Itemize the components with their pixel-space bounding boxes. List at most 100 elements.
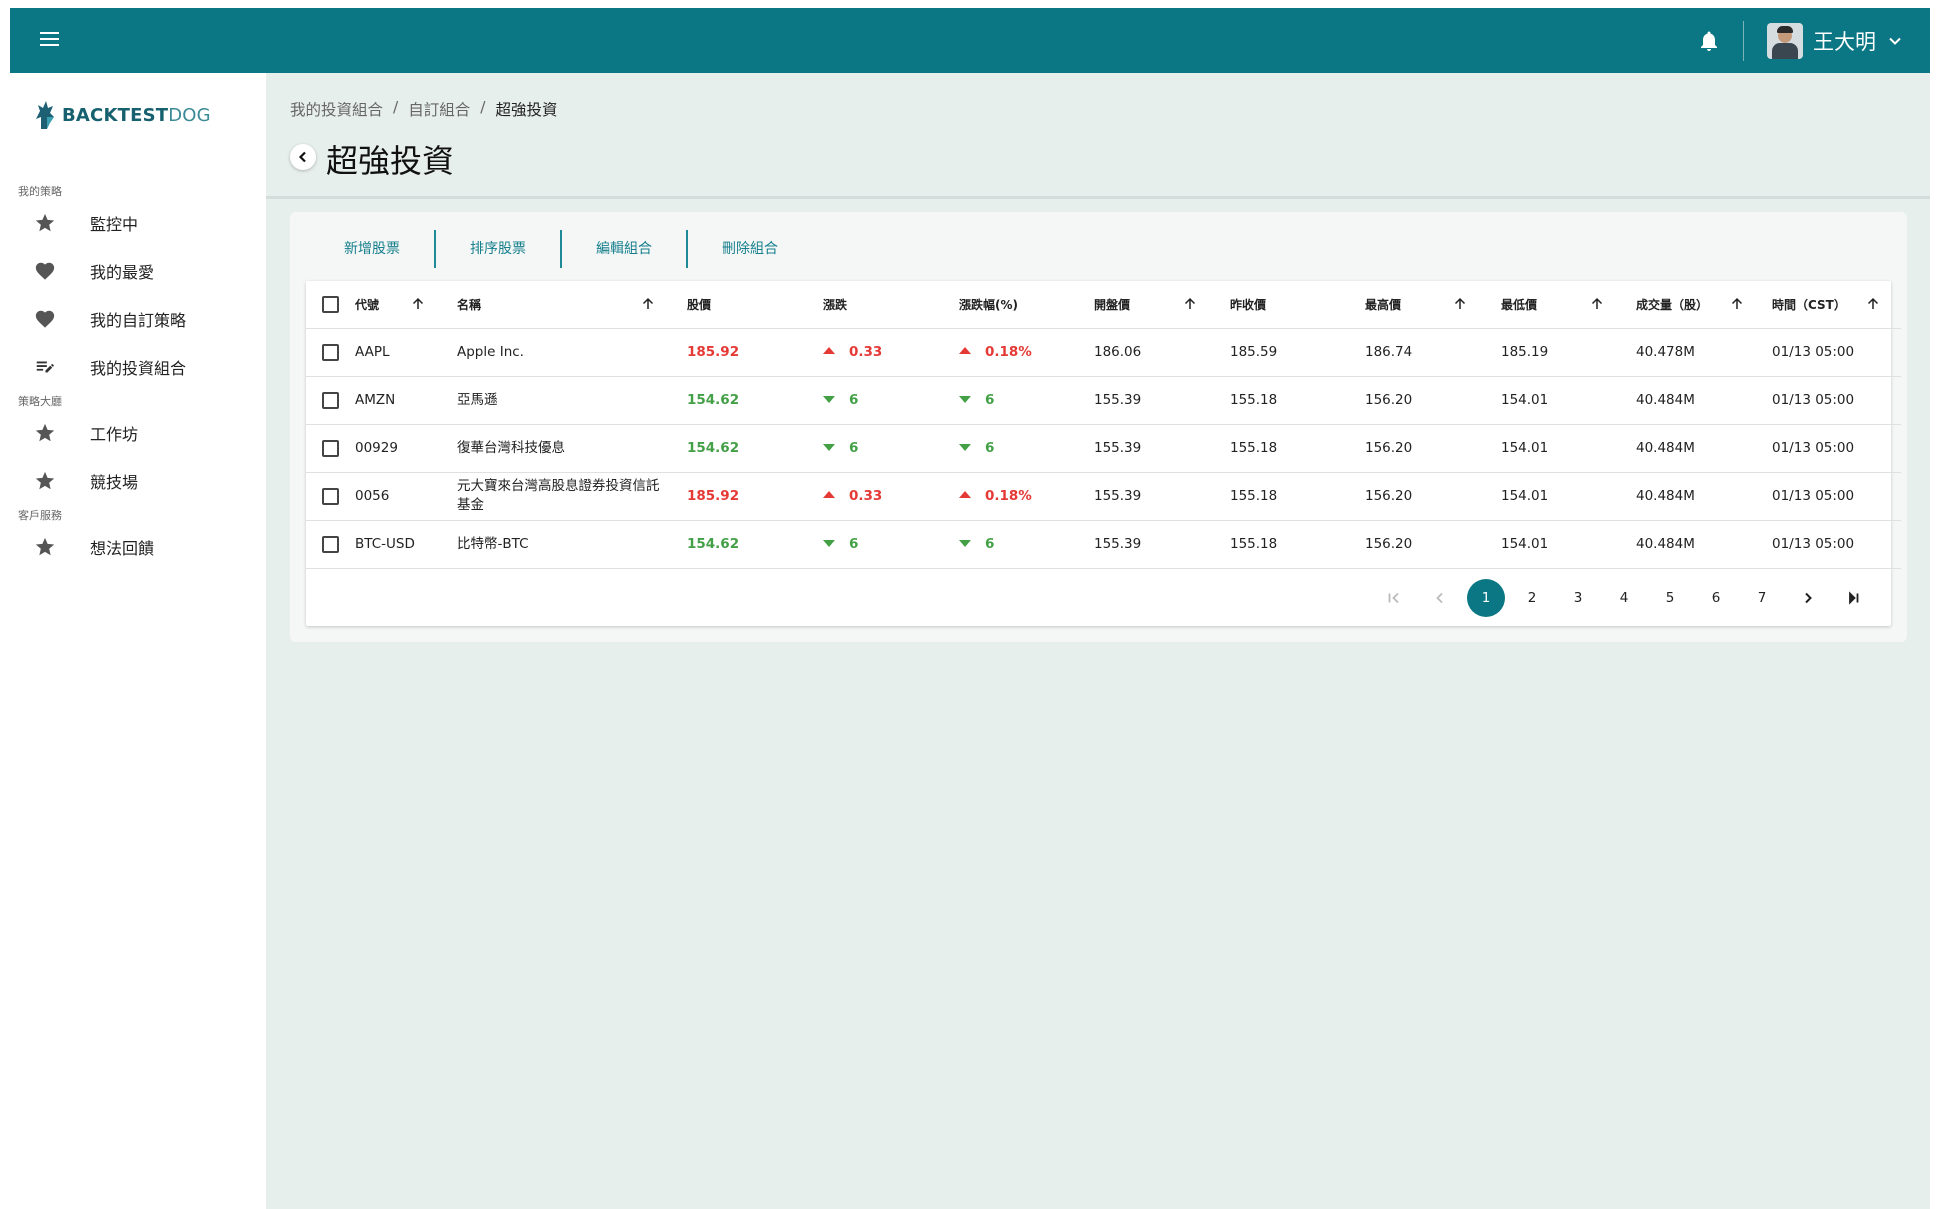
prev-page-button[interactable] [1421, 579, 1459, 617]
triangle-down-icon [823, 443, 835, 451]
cell-low: 185.19 [1501, 344, 1549, 360]
change-value: 0.33 [849, 344, 883, 360]
user-menu[interactable]: 王大明 [1767, 23, 1902, 59]
sort-arrow-up-icon[interactable] [1590, 297, 1604, 311]
page-number-button[interactable]: 3 [1559, 579, 1597, 617]
pagination: 1234567 [1367, 579, 1873, 617]
cell-code: 0056 [355, 488, 390, 504]
row-checkbox[interactable] [322, 487, 339, 505]
sidebar-item-portfolio[interactable]: 我的投資組合 [10, 347, 266, 387]
cell-code: AAPL [355, 344, 390, 360]
sort-stock-button[interactable]: 排序股票 [436, 230, 560, 268]
heart-icon [35, 310, 55, 328]
cell-low: 154.01 [1501, 488, 1549, 504]
section-label-my-strategy: 我的策略 [18, 185, 62, 198]
sidebar-item-workshop[interactable]: 工作坊 [10, 413, 266, 453]
cell-open: 155.39 [1094, 392, 1142, 408]
page-number-button[interactable]: 6 [1697, 579, 1735, 617]
topbar-divider [1743, 21, 1744, 61]
cell-time: 01/13 05:00 [1772, 392, 1855, 408]
cell-open: 155.39 [1094, 488, 1142, 504]
last-page-button[interactable] [1835, 579, 1873, 617]
cell-high: 156.20 [1365, 392, 1413, 408]
playlist-edit-icon [36, 361, 54, 373]
triangle-up-icon [823, 491, 835, 498]
breadcrumb-custom-portfolio[interactable]: 自訂組合 [408, 98, 470, 120]
column-header: 昨收價 [1230, 297, 1267, 312]
column-header: 成交量（股） [1636, 297, 1709, 312]
logo[interactable]: BACKTESTDOG [32, 99, 211, 131]
cell-change-pct: 0.18% [959, 328, 1094, 376]
page-numbers: 1234567 [1459, 579, 1781, 617]
change-value: 6 [849, 536, 859, 552]
cell-change-pct: 0.18% [959, 472, 1094, 520]
sidebar-item-favorites[interactable]: 我的最愛 [10, 251, 266, 291]
sidebar-item-monitoring[interactable]: 監控中 [10, 203, 266, 243]
heart-icon [35, 262, 55, 280]
stock-name: Apple Inc. [457, 343, 524, 360]
page-number-button[interactable]: 7 [1743, 579, 1781, 617]
page-number-button[interactable]: 5 [1651, 579, 1689, 617]
chevron-down-icon[interactable] [1888, 34, 1902, 48]
chevron-left-icon [298, 151, 306, 163]
change-pct-value: 6 [985, 392, 995, 408]
sidebar-item-custom-strategy[interactable]: 我的自訂策略 [10, 299, 266, 339]
breadcrumb-separator: / [393, 98, 399, 116]
sort-arrow-up-icon[interactable] [1453, 297, 1467, 311]
column-header: 開盤價 [1094, 297, 1131, 312]
cell-change-pct: 6 [959, 376, 1094, 424]
table-row[interactable]: BTC-USD 比特幣-BTC 154.62 6 6 155.39 155.18 156.20… [306, 520, 1901, 568]
cell-change: 6 [823, 520, 959, 568]
back-button[interactable] [290, 144, 316, 170]
table-row[interactable]: 00929 復華台灣科技優息 154.62 6 6 155.39 155.18 156.20 1… [306, 424, 1901, 472]
first-page-button[interactable] [1375, 579, 1413, 617]
breadcrumb-portfolio[interactable]: 我的投資組合 [290, 98, 383, 120]
next-page-button[interactable] [1789, 579, 1827, 617]
cell-low: 154.01 [1501, 536, 1549, 552]
triangle-down-icon [959, 395, 971, 403]
table-row[interactable]: AAPL Apple Inc. 185.92 0.33 0.18% 186.06 185.5… [306, 328, 1901, 376]
page-number-button[interactable]: 2 [1513, 579, 1551, 617]
row-checkbox[interactable] [322, 343, 339, 361]
cell-change-pct: 6 [959, 520, 1094, 568]
sidebar-item-label: 我的最愛 [90, 263, 155, 282]
cell-low: 154.01 [1501, 440, 1549, 456]
table-row[interactable]: 0056 元大寶來台灣高股息證券投資信託基金 185.92 0.33 0.18% 155.… [306, 472, 1901, 520]
menu-icon[interactable] [40, 32, 59, 48]
breadcrumb-separator: / [480, 98, 486, 116]
page-number-button[interactable]: 1 [1467, 579, 1505, 617]
action-bar: 新增股票 排序股票 編輯組合 刪除組合 [320, 230, 812, 268]
column-header: 漲跌幅(%) [959, 297, 1018, 312]
row-checkbox[interactable] [322, 535, 339, 553]
sidebar-item-arena[interactable]: 競技場 [10, 461, 266, 501]
cell-name: 元大寶來台灣高股息證券投資信託基金 [457, 472, 687, 520]
sort-arrow-up-icon[interactable] [1866, 297, 1880, 311]
cell-price: 185.92 [687, 488, 740, 504]
cell-open: 186.06 [1094, 344, 1142, 360]
cell-time: 01/13 05:00 [1772, 440, 1855, 456]
sort-arrow-up-icon[interactable] [1730, 297, 1744, 311]
sidebar-item-feedback[interactable]: 想法回饋 [10, 527, 266, 567]
sort-arrow-up-icon[interactable] [641, 297, 655, 311]
sort-arrow-up-icon[interactable] [1183, 297, 1197, 311]
row-checkbox[interactable] [322, 439, 339, 457]
select-all-checkbox[interactable] [322, 295, 339, 313]
bell-icon[interactable] [1697, 28, 1721, 54]
add-stock-button[interactable]: 新增股票 [320, 230, 434, 268]
row-checkbox[interactable] [322, 391, 339, 409]
cell-prev-close: 185.59 [1230, 344, 1278, 360]
column-header: 股價 [687, 297, 712, 312]
cell-name: Apple Inc. [457, 328, 687, 376]
triangle-up-icon [959, 347, 971, 354]
edit-portfolio-button[interactable]: 編輯組合 [562, 230, 686, 268]
triangle-down-icon [823, 395, 835, 403]
star-icon [35, 537, 55, 556]
page-number-button[interactable]: 4 [1605, 579, 1643, 617]
sort-arrow-up-icon[interactable] [411, 297, 425, 311]
sidebar-item-label: 想法回饋 [90, 539, 155, 558]
cell-open: 155.39 [1094, 536, 1142, 552]
delete-portfolio-button[interactable]: 刪除組合 [688, 230, 812, 268]
cell-prev-close: 155.18 [1230, 536, 1278, 552]
cell-name: 亞馬遜 [457, 376, 687, 424]
table-row[interactable]: AMZN 亞馬遜 154.62 6 6 155.39 155.18 156.20 154.01 4… [306, 376, 1901, 424]
